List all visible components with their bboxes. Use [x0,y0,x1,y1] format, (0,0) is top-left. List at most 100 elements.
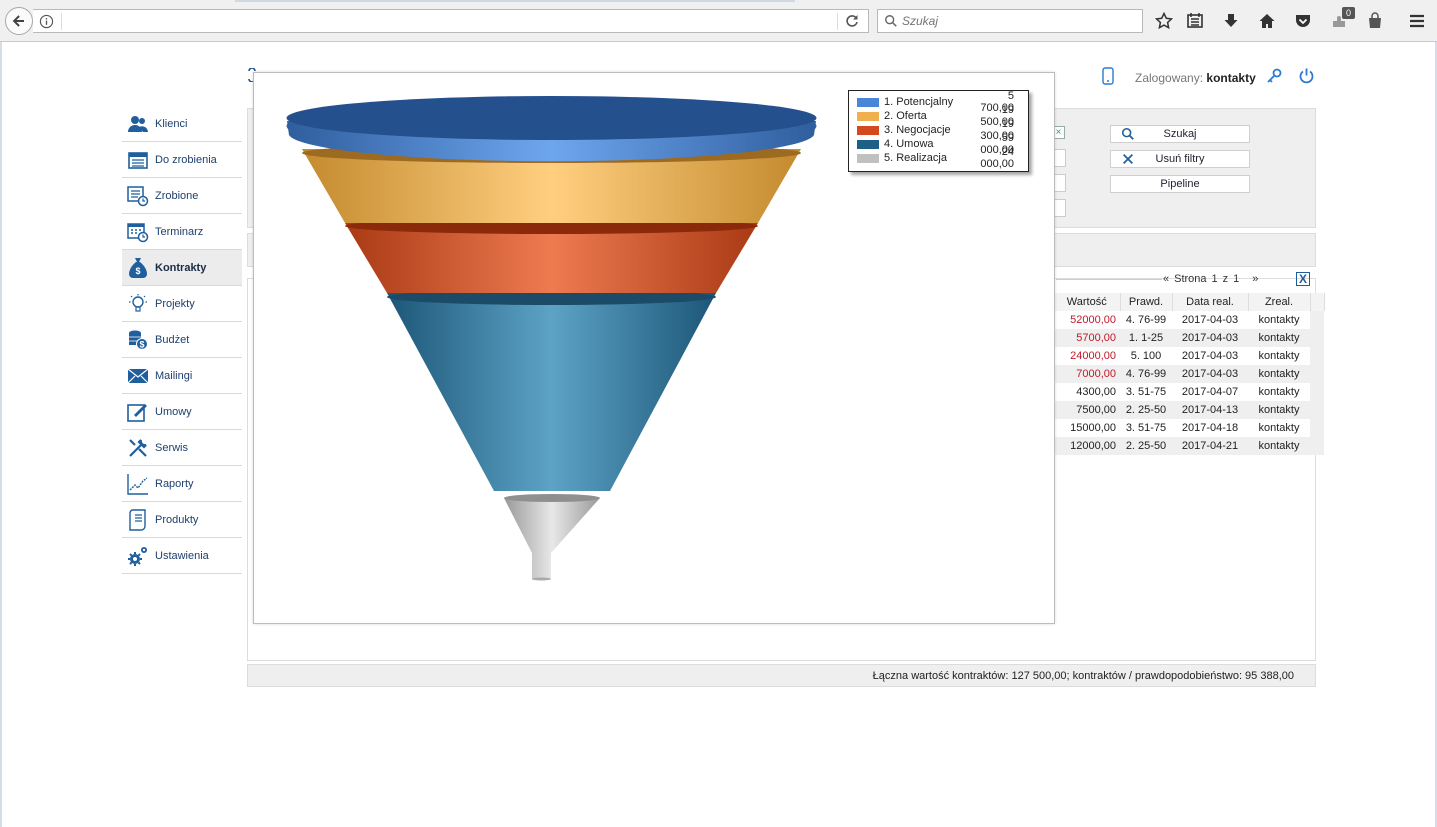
menu-hamburger-icon[interactable] [1407,11,1427,31]
sidebar-item-label: Klienci [155,117,188,130]
cell-probability: 4. 76-99 [1125,314,1167,326]
table-row[interactable]: 4300,00 3. 51-75 2017-04-07 kontakty [1054,383,1324,401]
mobile-phone-icon[interactable] [1102,67,1114,85]
pagination: « Strona 1 z 1 » [1163,273,1258,285]
sidebar-item-serwis[interactable]: Serwis [122,430,242,466]
money-bag-icon: $ [126,256,150,280]
page-label: Strona [1174,273,1207,285]
sidebar-item-ustawienia[interactable]: Ustawienia [122,538,242,574]
legend-label: 3. Negocjacje [884,124,951,136]
table-row[interactable]: 7000,00 4. 76-99 2017-04-03 kontakty [1054,365,1324,383]
cell-value: 12000,00 [1054,437,1120,455]
sidebar-item-label: Zrobione [155,189,199,202]
reload-separator [837,13,838,30]
cell-spacer [1310,437,1324,455]
sidebar-item-label: Kontrakty [155,261,207,274]
cell-probability: 2. 25-50 [1120,401,1172,419]
reload-icon[interactable] [844,13,860,29]
column-header-date[interactable]: Data real. [1172,293,1249,311]
sidebar-item-terminarz[interactable]: Terminarz [122,214,242,250]
sidebar-item-budzet[interactable]: $ Budżet [122,322,242,358]
cell-date: 2017-04-03 [1181,314,1239,326]
info-icon[interactable] [39,14,54,29]
legend-swatch [857,111,879,121]
cell-value: 4300,00 [1076,386,1116,398]
key-icon[interactable] [1266,68,1282,84]
funnel-segment-potencjalny[interactable] [286,96,817,162]
cell-spacer [1310,419,1324,437]
browser-search-bar[interactable] [877,9,1143,33]
todo-icon [126,148,150,172]
sidebar-item-zrobione[interactable]: Zrobione [122,178,242,214]
logged-in-info: Zalogowany: kontakty [1135,71,1256,85]
cell-date: 2017-04-21 [1172,437,1248,455]
cell-spacer [1310,383,1324,401]
bookmark-star-icon[interactable] [1154,11,1174,31]
table-row[interactable]: 15000,00 3. 51-75 2017-04-18 kontakty [1054,419,1324,437]
cell-date: 2017-04-07 [1181,386,1239,398]
funnel-segment-negocjacje[interactable] [345,218,758,293]
sidebar-item-produkty[interactable]: Produkty [122,502,242,538]
search-button[interactable]: Szukaj [1110,125,1250,143]
sidebar-item-mailingi[interactable]: Mailingi [122,358,242,394]
cell-spacer [1310,365,1324,383]
cell-user: kontakty [1258,314,1300,326]
table-header-row: Wartość Prawd. Data real. Zreal. [1054,293,1325,311]
reading-list-icon[interactable] [1185,11,1205,31]
funnel-segment-realizacja[interactable] [504,494,600,581]
legend-swatch [857,97,879,107]
sidebar-item-raporty[interactable]: Raporty [122,466,242,502]
url-bar[interactable] [33,9,869,33]
export-excel-icon[interactable]: X [1296,272,1310,286]
cell-value: 7500,00 [1054,401,1120,419]
column-header-value[interactable]: Wartość [1054,293,1121,311]
cell-value: 52000,00 [1070,314,1116,326]
pocket-icon[interactable] [1293,11,1313,31]
cell-user: kontakty [1258,350,1300,362]
column-header-user[interactable]: Zreal. [1248,293,1311,311]
sidebar-item-label: Umowy [155,405,192,418]
url-separator [61,13,62,30]
svg-text:$: $ [139,339,144,349]
sidebar-item-klienci[interactable]: Klienci [122,106,242,142]
clear-filters-button[interactable]: Usuń filtry [1110,150,1250,168]
cell-user: kontakty [1258,386,1300,398]
cell-value: 24000,00 [1070,350,1116,362]
power-logout-icon[interactable] [1298,67,1315,84]
logged-in-user: kontakty [1206,71,1256,85]
active-tab-indicator [235,0,795,2]
funnel-segment-umowa[interactable] [387,289,716,491]
back-arrow-icon [12,15,24,27]
current-page[interactable]: 1 [1212,273,1218,285]
sidebar-item-do-zrobienia[interactable]: Do zrobienia [122,142,242,178]
sidebar-item-kontrakty[interactable]: $ Kontrakty [122,250,242,286]
cell-user: kontakty [1258,422,1300,434]
cell-spacer [1310,347,1324,365]
sidebar-item-projekty[interactable]: Projekty [122,286,242,322]
back-button[interactable] [5,7,33,35]
envelope-icon [126,364,150,388]
contracts-table: Wartość Prawd. Data real. Zreal. 52000,0… [1054,293,1325,455]
browser-search-input[interactable] [902,13,1132,29]
legend-label: 5. Realizacja [884,152,947,164]
home-icon[interactable] [1257,11,1277,31]
table-row[interactable]: 7500,00 2. 25-50 2017-04-13 kontakty [1054,401,1324,419]
summary-footer: Łączna wartość kontraktów: 127 500,00; k… [247,664,1316,687]
cell-probability: 3. 51-75 [1125,422,1167,434]
table-row[interactable]: 52000,00 4. 76-99 2017-04-03 kontakty [1054,311,1324,329]
svg-text:$: $ [135,266,140,276]
prev-page-link[interactable]: « [1163,273,1169,285]
table-row[interactable]: 12000,00 2. 25-50 2017-04-21 kontakty [1054,437,1324,455]
column-header-probability[interactable]: Prawd. [1120,293,1173,311]
sidebar-item-label: Raporty [155,477,194,490]
sidebar-item-umowy[interactable]: Umowy [122,394,242,430]
legend-label: 4. Umowa [884,138,934,150]
table-row[interactable]: 5700,00 1. 1-25 2017-04-03 kontakty [1054,329,1324,347]
download-icon[interactable] [1221,11,1241,31]
cell-probability: 1. 1-25 [1120,329,1172,347]
table-row[interactable]: 24000,00 5. 100 2017-04-03 kontakty [1054,347,1324,365]
pipeline-button[interactable]: Pipeline [1110,175,1250,193]
next-page-link[interactable]: » [1252,273,1258,285]
shopping-bag-icon[interactable] [1365,11,1385,31]
pager-divider [1056,279,1162,280]
